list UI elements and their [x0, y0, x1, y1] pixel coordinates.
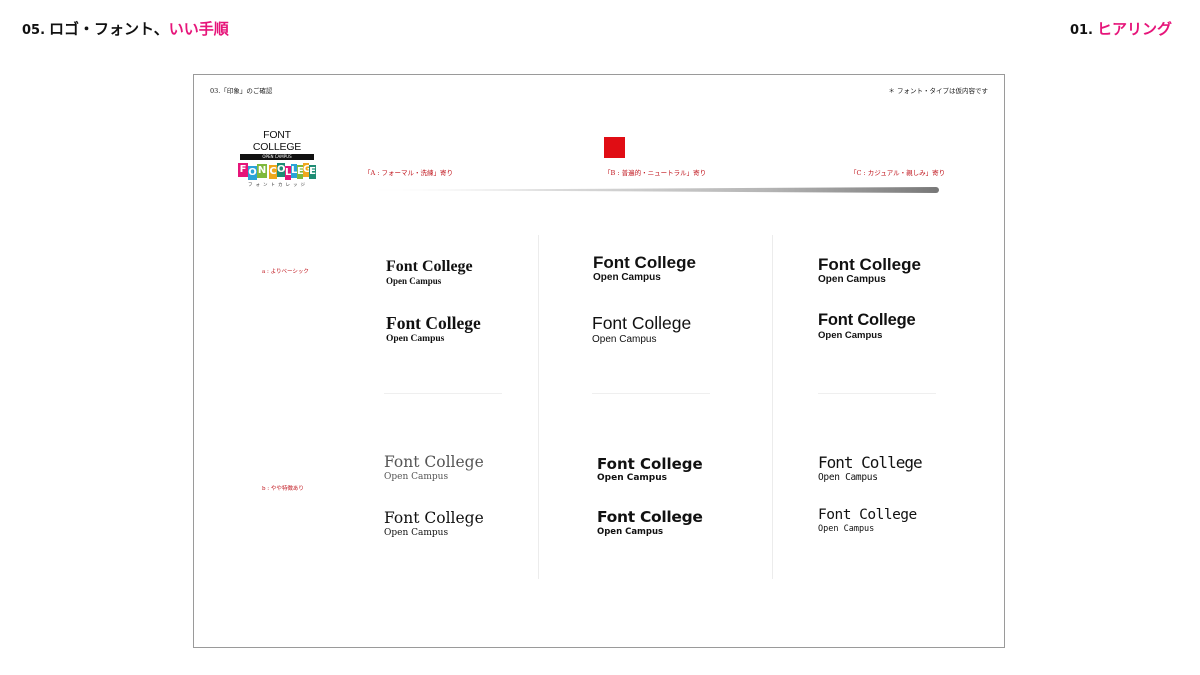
sample-sub: Open Campus [818, 523, 875, 534]
font-sample: Font College Open Campus [818, 312, 916, 340]
row-divider [592, 393, 710, 394]
row-divider [818, 393, 936, 394]
font-sample: Font College Open Campus [384, 509, 484, 538]
font-sample: Font College Open Campus [592, 313, 692, 345]
red-square-marker [604, 137, 625, 158]
row-b-label: b : やや特徴あり [262, 486, 304, 492]
logo-color-sub: フォントカレッジ [248, 183, 308, 188]
sample-title: Font College [384, 453, 484, 471]
sample-sub: Open Campus [818, 472, 878, 483]
logo-plain-name: FONT COLLEGE [252, 129, 302, 153]
sample-title: Font College [592, 313, 692, 333]
logo-color: F O N C O L L E G E フォントカレッジ [238, 161, 316, 189]
row-a-label: a : よりベーシック [262, 269, 309, 275]
category-a-label: 「A : フォーマル・洗練」寄り [364, 169, 454, 177]
sample-title: Font College [597, 508, 703, 526]
page-header-right: 01. ヒアリング [1070, 18, 1172, 39]
font-sample: Font College Open Campus [818, 508, 917, 533]
font-sample: Font College Open Campus [593, 254, 696, 283]
sample-title: Font College [818, 255, 921, 274]
logo-plain: FONT COLLEGE OPEN CAMPUS [240, 129, 314, 160]
font-sample: Font College Open Campus [597, 457, 703, 483]
section-title-accent: いい手順 [168, 20, 229, 38]
sample-sub: Open Campus [384, 527, 449, 538]
logo-letter: O [277, 163, 286, 177]
logo-letter: O [248, 166, 257, 180]
font-sample: Font College Open Campus [386, 259, 473, 286]
logo-letter: C [269, 165, 277, 179]
category-c-label: 「C : カジュアル・親しみ」寄り [850, 169, 946, 177]
sample-sub: Open Campus [593, 272, 661, 283]
sample-sub: Open Campus [384, 471, 449, 482]
logo-plain-bar: OPEN CAMPUS [240, 154, 314, 160]
logo-letter: N [257, 164, 267, 178]
document-sheet: 03.「印象」のご確認 ＊ フォント・タイプは仮内容です FONT COLLEG… [193, 74, 1005, 648]
sample-sub: Open Campus [818, 274, 886, 285]
sample-title: Font College [593, 253, 696, 272]
section-title: ロゴ・フォント、 [49, 20, 169, 38]
row-divider [384, 393, 502, 394]
font-sample: Font College Open Campus [384, 453, 484, 482]
step-number: 01. [1069, 23, 1093, 38]
sample-sub: Open Campus [386, 276, 442, 286]
sample-title: Font College [818, 507, 917, 523]
sample-sub: Open Campus [386, 333, 445, 344]
section-number: 05. [22, 23, 46, 38]
sample-title: Font College [386, 313, 481, 333]
font-sample: Font College Open Campus [597, 508, 703, 537]
category-b-label: 「B : 普遍的・ニュートラル」寄り [604, 169, 707, 177]
font-sample: Font College Open Campus [818, 453, 923, 483]
sample-title: Font College [386, 258, 473, 275]
sheet-title: 03.「印象」のご確認 [210, 87, 273, 95]
sample-title: Font College [818, 311, 916, 329]
page-header-left: 05. ロゴ・フォント、いい手順 [22, 18, 229, 39]
font-sample: Font College Open Campus [818, 256, 921, 285]
impression-gradient-bar [364, 187, 939, 193]
step-title: ヒアリング [1096, 20, 1172, 38]
sample-sub: Open Campus [597, 473, 668, 483]
logo-letter: F [238, 163, 248, 177]
column-divider [772, 235, 773, 579]
logo-letter: E [309, 165, 316, 179]
sample-title: Font College [818, 453, 923, 472]
sample-sub: Open Campus [592, 333, 657, 345]
column-divider [538, 235, 539, 579]
sample-sub: Open Campus [597, 526, 664, 537]
sample-sub: Open Campus [818, 329, 883, 341]
sample-title: Font College [597, 455, 703, 473]
sheet-note: ＊ フォント・タイプは仮内容です [888, 87, 988, 95]
font-sample: Font College Open Campus [386, 313, 481, 344]
sample-title: Font College [384, 509, 484, 527]
